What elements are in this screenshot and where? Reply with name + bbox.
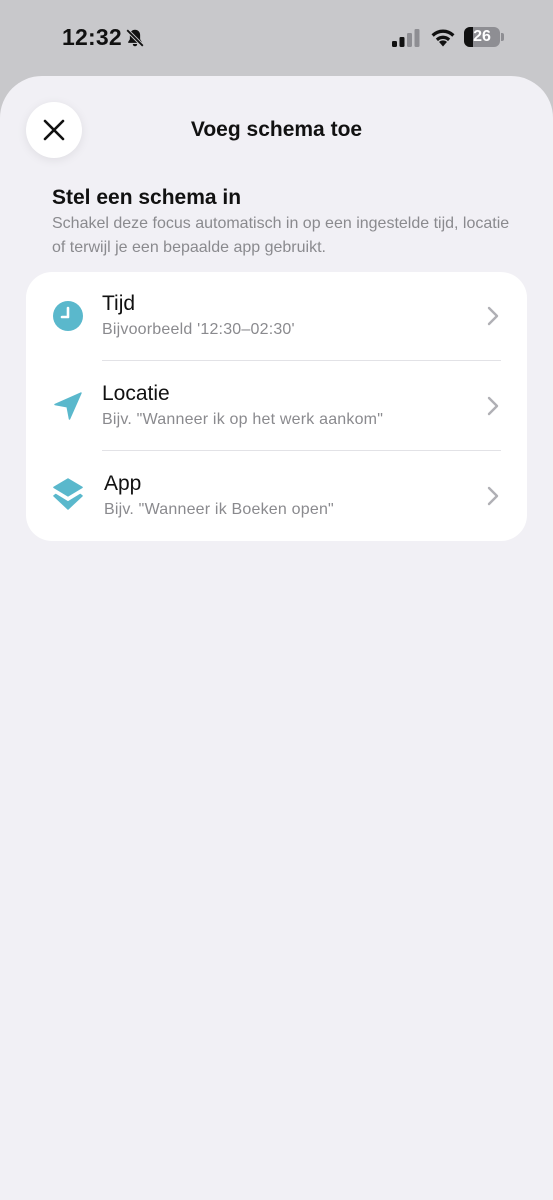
schedule-options-card: Tijd Bijvoorbeeld '12:30–02:30' Locatie … <box>26 272 527 541</box>
status-bar: 12:32 26 <box>0 0 553 76</box>
wifi-icon <box>431 29 455 47</box>
option-app[interactable]: App Bijv. "Wanneer ik Boeken open" <box>26 452 527 541</box>
option-subtitle: Bijv. "Wanneer ik op het werk aankom" <box>102 411 384 428</box>
location-arrow-icon <box>54 392 82 420</box>
option-label: Tijd <box>102 292 136 315</box>
add-schedule-sheet: Voeg schema toe Stel een schema in Schak… <box>0 76 553 1200</box>
chevron-right-icon <box>487 306 499 326</box>
signal-icon <box>392 29 420 47</box>
clock-icon <box>53 301 83 331</box>
option-label: Locatie <box>102 382 170 405</box>
option-subtitle: Bijv. "Wanneer ik Boeken open" <box>104 501 334 518</box>
battery-cap <box>501 33 504 41</box>
app-stack-icon <box>53 478 83 510</box>
battery-level-text: 26 <box>473 28 491 45</box>
bell-slash-icon <box>125 28 145 48</box>
option-subtitle: Bijvoorbeeld '12:30–02:30' <box>102 321 295 338</box>
sheet-title: Voeg schema toe <box>190 118 363 141</box>
row-divider <box>102 360 501 361</box>
status-time: 12:32 <box>62 24 122 50</box>
section-description: Schakel deze focus automatisch in op een… <box>52 215 510 256</box>
chevron-right-icon <box>487 396 499 416</box>
option-tijd[interactable]: Tijd Bijvoorbeeld '12:30–02:30' <box>26 272 527 361</box>
section-title: Stel een schema in <box>52 186 242 209</box>
screen: 12:32 26 Voeg schema toe Stel een schema… <box>0 0 553 1200</box>
chevron-right-icon <box>487 486 499 506</box>
battery-indicator: 26 <box>464 27 500 47</box>
row-divider <box>102 450 501 451</box>
option-locatie[interactable]: Locatie Bijv. "Wanneer ik op het werk aa… <box>26 362 527 451</box>
option-label: App <box>104 472 142 495</box>
